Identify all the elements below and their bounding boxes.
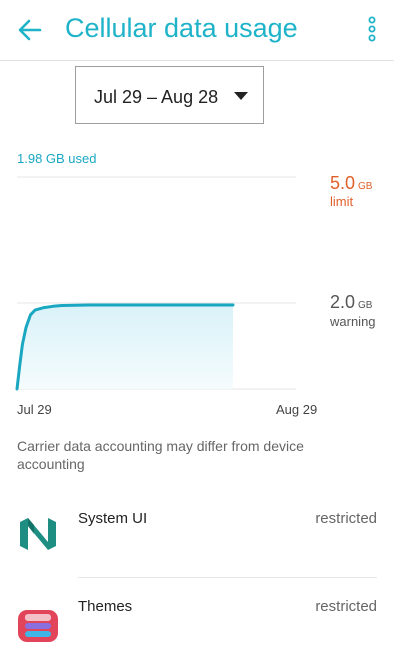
billing-cycle-dropdown[interactable]: Jul 29 – Aug 28 (75, 66, 264, 124)
data-used-label: 1.98 GB used (17, 151, 97, 166)
app-row-themes[interactable]: Themes restricted (0, 588, 394, 668)
arrow-left-icon[interactable] (14, 14, 46, 46)
billing-cycle-label: Jul 29 – Aug 28 (94, 87, 219, 107)
usage-area (17, 305, 233, 389)
app-name: Themes (78, 598, 133, 615)
carrier-accounting-note: Carrier data accounting may differ from … (17, 438, 304, 472)
limit-number: 5.0 (330, 173, 356, 193)
page-title: Cellular data usage (65, 13, 298, 43)
app-status: restricted (315, 598, 377, 615)
android-n-icon (20, 518, 56, 550)
warning-unit: GB (358, 300, 373, 311)
limit-caption: limit (330, 194, 354, 209)
x-axis-start-label: Jul 29 (17, 402, 52, 417)
app-bar: Cellular data usage (0, 0, 394, 61)
warning-number: 2.0 (330, 292, 356, 312)
warning-value[interactable]: 2.0 GB (330, 292, 372, 313)
app-status: restricted (315, 510, 377, 527)
x-axis-end-label: Aug 29 (276, 402, 318, 417)
limit-value[interactable]: 5.0 GB (330, 173, 372, 194)
caret-down-icon (234, 92, 248, 100)
themes-app-icon (18, 610, 58, 642)
list-divider (78, 577, 377, 578)
more-vertical-icon[interactable] (362, 14, 382, 46)
app-name: System UI (78, 510, 148, 527)
warning-caption: warning (330, 314, 376, 329)
limit-unit: GB (358, 181, 373, 192)
app-row-system-ui[interactable]: System UI restricted (0, 500, 394, 580)
